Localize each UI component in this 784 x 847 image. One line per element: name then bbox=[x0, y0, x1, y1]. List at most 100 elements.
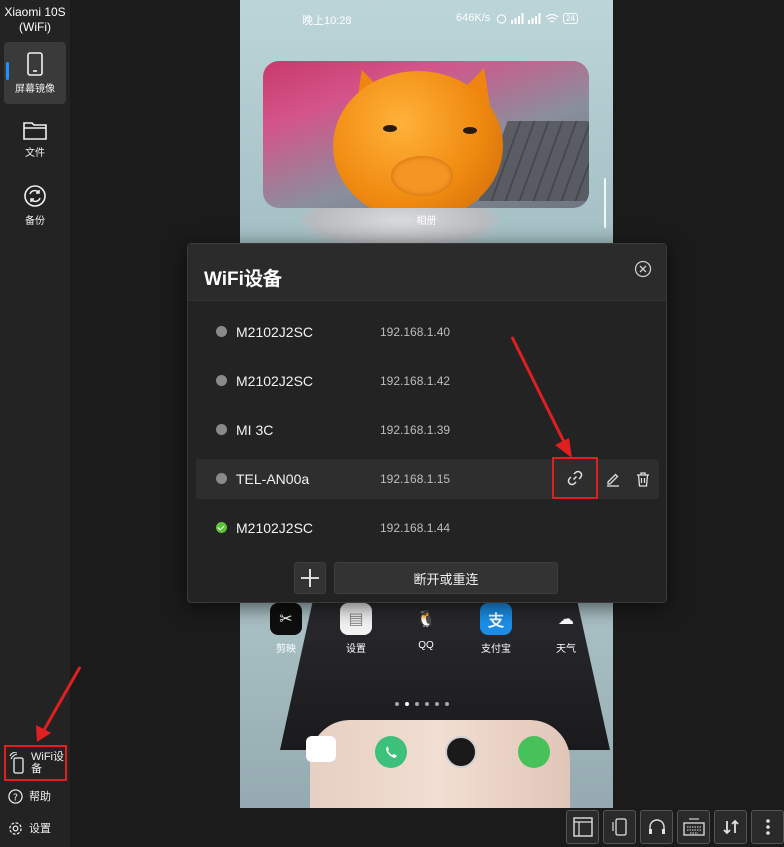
app-label: 剪映 bbox=[276, 644, 296, 655]
alipay-icon: 支 bbox=[480, 603, 512, 635]
window-layout-button[interactable] bbox=[566, 810, 599, 844]
status-dot-offline bbox=[216, 375, 227, 386]
transfer-button[interactable] bbox=[714, 810, 747, 844]
device-row[interactable]: M2102J2SC 192.168.1.44 bbox=[196, 508, 659, 548]
dialog-footer: 断开或重连 bbox=[294, 562, 558, 594]
device-name: M2102J2SC bbox=[236, 324, 314, 340]
wifi-devices-dialog: WiFi设备 M2102J2SC 192.168.1.40 M2102J2SC … bbox=[187, 243, 667, 603]
rotate-phone-button[interactable] bbox=[603, 810, 636, 844]
app-label: 天气 bbox=[556, 644, 576, 655]
settings-label: 设置 bbox=[29, 823, 51, 835]
more-vertical-icon bbox=[765, 819, 770, 835]
device-ip: 192.168.1.40 bbox=[380, 325, 451, 339]
messages-icon[interactable] bbox=[306, 736, 336, 762]
page-dot bbox=[415, 702, 419, 706]
device-ip: 192.168.1.39 bbox=[380, 423, 451, 437]
device-name: M2102J2SC bbox=[236, 520, 314, 536]
photo-eye bbox=[383, 125, 397, 132]
add-device-button[interactable] bbox=[294, 562, 326, 594]
edit-button[interactable] bbox=[598, 464, 628, 494]
device-name: M2102J2SC bbox=[236, 373, 314, 389]
pencil-icon bbox=[607, 473, 619, 487]
phone-rotate-icon bbox=[611, 818, 627, 836]
app-alipay[interactable]: 支 支付宝 bbox=[471, 603, 521, 655]
dialog-header: WiFi设备 bbox=[188, 244, 666, 301]
svg-text:?: ? bbox=[13, 792, 18, 803]
help-button[interactable]: ? 帮助 bbox=[8, 788, 51, 804]
status-icons: 24 bbox=[496, 13, 578, 24]
disconnect-reconnect-button[interactable]: 断开或重连 bbox=[334, 562, 558, 594]
page-dot bbox=[395, 702, 399, 706]
connect-button[interactable] bbox=[552, 457, 598, 499]
app-window: Xiaomi 10S (WiFi) 屏幕镜像 文件 备份 WiFi设备 ? 帮助… bbox=[0, 0, 784, 847]
help-icon: ? bbox=[8, 788, 23, 804]
link-icon bbox=[567, 470, 583, 486]
wechat-icon[interactable] bbox=[518, 736, 550, 768]
close-icon[interactable] bbox=[634, 260, 652, 278]
dialog-title: WiFi设备 bbox=[204, 269, 282, 290]
gallery-widget[interactable] bbox=[263, 61, 589, 208]
up-down-arrows-icon bbox=[722, 819, 739, 835]
wifi-devices-button[interactable]: WiFi设备 bbox=[4, 745, 67, 781]
weather-icon: ☁ bbox=[558, 611, 574, 628]
photo-eye bbox=[463, 127, 477, 134]
device-row-hovered[interactable]: TEL-AN00a 192.168.1.15 bbox=[196, 457, 659, 499]
phone-call-icon[interactable] bbox=[375, 736, 407, 768]
nav-backup[interactable]: 备份 bbox=[4, 174, 66, 236]
device-name: MI 3C bbox=[236, 422, 274, 438]
wifi-icon bbox=[545, 13, 559, 23]
trash-icon bbox=[637, 472, 649, 487]
nav-label: 文件 bbox=[25, 147, 45, 159]
device-row[interactable]: MI 3C 192.168.1.39 bbox=[196, 410, 659, 450]
nav-label: 屏幕镜像 bbox=[15, 83, 55, 95]
gallery-widget-label: 相册 bbox=[416, 216, 437, 227]
device-title: Xiaomi 10S (WiFi) bbox=[4, 5, 66, 34]
keyboard-button[interactable] bbox=[677, 810, 710, 844]
device-ip: 192.168.1.44 bbox=[380, 521, 451, 535]
app-weather[interactable]: ☁ 天气 bbox=[541, 603, 591, 655]
headphones-icon bbox=[648, 819, 665, 834]
photo-snout bbox=[391, 156, 453, 196]
sidebar: Xiaomi 10S (WiFi) 屏幕镜像 文件 备份 WiFi设备 ? 帮助… bbox=[0, 0, 70, 847]
phone-status-bar: 晚上10:28 646K/s 24 bbox=[240, 12, 613, 28]
keyboard-icon bbox=[682, 818, 705, 836]
settings-button[interactable]: 设置 bbox=[8, 820, 51, 836]
status-network-speed: 646K/s bbox=[456, 12, 491, 24]
nav-screen-mirror[interactable]: 屏幕镜像 bbox=[4, 42, 66, 104]
device-row[interactable]: M2102J2SC 192.168.1.40 bbox=[196, 312, 659, 352]
page-dot bbox=[445, 702, 449, 706]
status-dot-offline bbox=[216, 473, 227, 484]
alarm-icon bbox=[496, 14, 507, 24]
delete-button[interactable] bbox=[628, 464, 658, 494]
signal-icon bbox=[511, 13, 524, 24]
phone-scroll-indicator bbox=[604, 178, 606, 228]
app-jianying[interactable]: ✂ 剪映 bbox=[261, 603, 311, 655]
page-dot-active bbox=[405, 702, 409, 706]
more-button[interactable] bbox=[751, 810, 784, 844]
app-label: 设置 bbox=[346, 644, 366, 655]
camera-icon[interactable] bbox=[445, 736, 477, 768]
device-row[interactable]: M2102J2SC 192.168.1.42 bbox=[196, 361, 659, 401]
app-label: 支付宝 bbox=[481, 644, 511, 655]
app-qq[interactable]: 🐧 QQ bbox=[401, 603, 451, 651]
status-dot-offline bbox=[216, 326, 227, 337]
device-ip: 192.168.1.42 bbox=[380, 374, 451, 388]
signal-icon bbox=[528, 13, 541, 24]
wifi-phone-icon bbox=[9, 752, 24, 774]
settings-app-icon: ▤ bbox=[340, 603, 372, 635]
qq-icon: 🐧 bbox=[416, 611, 436, 628]
sync-icon bbox=[24, 184, 46, 207]
battery-icon: 24 bbox=[563, 13, 578, 24]
page-indicator bbox=[395, 702, 449, 706]
nav-files[interactable]: 文件 bbox=[4, 108, 66, 170]
page-dot bbox=[425, 702, 429, 706]
status-dot-offline bbox=[216, 424, 227, 435]
plus-icon bbox=[301, 569, 319, 587]
dock bbox=[240, 736, 613, 770]
app-settings[interactable]: ▤ 设置 bbox=[331, 603, 381, 655]
jianying-icon: ✂ bbox=[270, 603, 302, 635]
bottom-toolbar bbox=[566, 810, 784, 844]
gear-icon bbox=[9, 821, 22, 835]
nav-label: 备份 bbox=[25, 215, 45, 227]
audio-button[interactable] bbox=[640, 810, 673, 844]
